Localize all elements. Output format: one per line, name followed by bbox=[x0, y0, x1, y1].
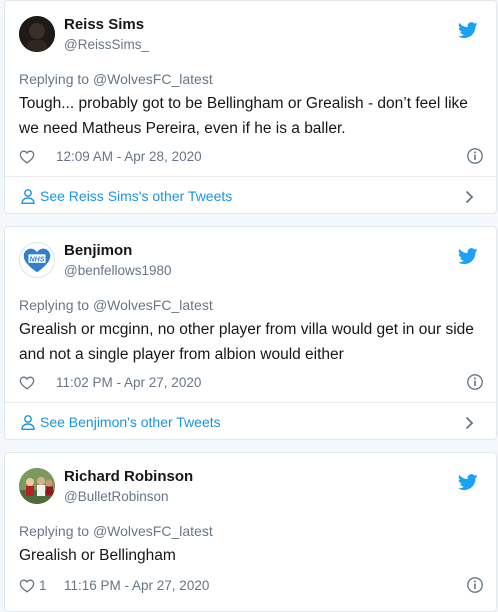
user-handle[interactable]: @BulletRobinson bbox=[64, 489, 169, 504]
tweet-text: Grealish or mcginn, no other player from… bbox=[19, 321, 474, 363]
info-icon[interactable] bbox=[466, 373, 484, 391]
twitter-bird-icon[interactable] bbox=[458, 248, 478, 265]
timestamp[interactable]: 11:02 PM - Apr 27, 2020 bbox=[56, 375, 201, 390]
avatar[interactable] bbox=[19, 468, 55, 504]
replying-to: Replying to @WolvesFC_latest bbox=[19, 523, 213, 539]
info-icon[interactable] bbox=[466, 576, 484, 594]
replying-prefix: Replying to bbox=[19, 523, 93, 539]
chevron-right-icon[interactable] bbox=[465, 416, 474, 430]
replying-to-link[interactable]: @WolvesFC_latest bbox=[93, 71, 213, 87]
heart-icon[interactable] bbox=[19, 578, 35, 593]
tweet-meta: 1 11:16 PM - Apr 27, 2020 bbox=[19, 576, 484, 596]
info-icon[interactable] bbox=[466, 147, 484, 165]
tweet-header: Richard Robinson @BulletRobinson bbox=[19, 468, 486, 512]
see-other-tweets-link[interactable]: See Reiss Sims's other Tweets bbox=[5, 177, 496, 217]
chevron-right-icon[interactable] bbox=[465, 190, 474, 204]
timestamp[interactable]: 12:09 AM - Apr 28, 2020 bbox=[56, 149, 202, 164]
user-handle[interactable]: @benfellows1980 bbox=[64, 263, 172, 278]
tweet-meta: 12:09 AM - Apr 28, 2020 bbox=[19, 147, 484, 167]
person-icon bbox=[21, 189, 35, 204]
group-photo-avatar-icon bbox=[19, 468, 55, 504]
tweet-card[interactable]: Richard Robinson @BulletRobinson Replyin… bbox=[4, 452, 497, 612]
twitter-bird-icon[interactable] bbox=[458, 474, 478, 491]
tweet-header: Reiss Sims @ReissSims_ bbox=[19, 16, 486, 60]
see-other-tweets-label[interactable]: See Reiss Sims's other Tweets bbox=[40, 188, 232, 204]
display-name[interactable]: Benjimon bbox=[64, 242, 132, 259]
person-icon bbox=[21, 415, 35, 430]
dark-photo-avatar-icon bbox=[19, 16, 55, 52]
replying-to: Replying to @WolvesFC_latest bbox=[19, 297, 213, 313]
tweet-text: Tough... probably got to be Bellingham o… bbox=[19, 95, 468, 137]
svg-text:NHS: NHS bbox=[30, 255, 45, 263]
tweet-card[interactable]: NHS Benjimon @benfellows1980 Replying to… bbox=[4, 226, 497, 440]
replying-prefix: Replying to bbox=[19, 71, 93, 87]
display-name[interactable]: Richard Robinson bbox=[64, 468, 193, 485]
tweet-card[interactable]: Reiss Sims @ReissSims_ Replying to @Wolv… bbox=[4, 0, 497, 214]
see-other-tweets-link[interactable]: See Benjimon's other Tweets bbox=[5, 403, 496, 443]
display-name[interactable]: Reiss Sims bbox=[64, 16, 144, 33]
tweet-meta: 11:02 PM - Apr 27, 2020 bbox=[19, 373, 484, 393]
avatar[interactable] bbox=[19, 16, 55, 52]
replying-prefix: Replying to bbox=[19, 297, 93, 313]
user-handle[interactable]: @ReissSims_ bbox=[64, 37, 149, 52]
like-count: 1 bbox=[39, 578, 47, 593]
heart-icon[interactable] bbox=[19, 375, 35, 390]
heart-icon[interactable] bbox=[19, 149, 35, 164]
see-other-tweets-label[interactable]: See Benjimon's other Tweets bbox=[40, 414, 221, 430]
tweet-header: NHS Benjimon @benfellows1980 bbox=[19, 242, 486, 286]
replying-to: Replying to @WolvesFC_latest bbox=[19, 71, 213, 87]
twitter-bird-icon[interactable] bbox=[458, 22, 478, 39]
tweet-text: Grealish or Bellingham bbox=[19, 547, 176, 564]
replying-to-link[interactable]: @WolvesFC_latest bbox=[93, 297, 213, 313]
nhs-heart-avatar-icon: NHS bbox=[20, 243, 54, 277]
timestamp[interactable]: 11:16 PM - Apr 27, 2020 bbox=[64, 578, 209, 593]
replying-to-link[interactable]: @WolvesFC_latest bbox=[93, 523, 213, 539]
avatar[interactable]: NHS bbox=[19, 242, 55, 278]
